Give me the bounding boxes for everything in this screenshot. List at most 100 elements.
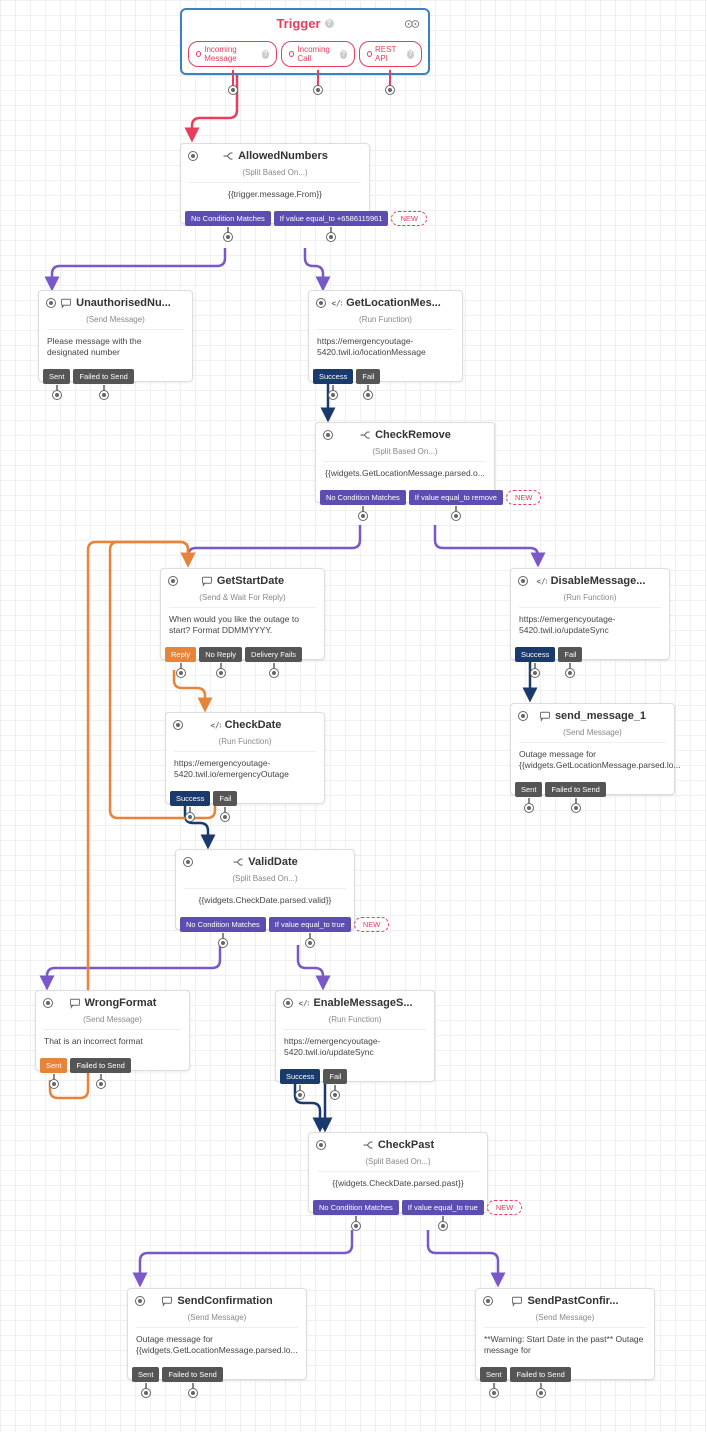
condition-no-match[interactable]: No Condition Matches (185, 211, 271, 226)
help-icon[interactable]: ? (262, 50, 269, 59)
input-port[interactable] (169, 577, 177, 585)
condition-sent[interactable]: Sent (480, 1367, 507, 1382)
node-subtitle: (Split Based On...) (176, 874, 354, 888)
node-subtitle: (Send Message) (476, 1313, 654, 1327)
input-port[interactable] (174, 721, 182, 729)
input-port[interactable] (317, 299, 325, 307)
pill-incoming-call[interactable]: Incoming Call? (281, 41, 355, 67)
condition-sent[interactable]: Sent (40, 1058, 67, 1073)
help-icon[interactable]: ? (325, 19, 334, 28)
node-title: CheckPast (378, 1139, 434, 1151)
condition-new[interactable]: NEW (487, 1200, 523, 1215)
message-icon (60, 297, 72, 309)
condition-new[interactable]: NEW (391, 211, 427, 226)
send-confirmation-node[interactable]: SendConfirmation (Send Message) Outage m… (127, 1288, 307, 1380)
split-icon (362, 1139, 374, 1151)
condition-new[interactable]: NEW (506, 490, 542, 505)
enable-message-node[interactable]: </> EnableMessageS... (Run Function) htt… (275, 990, 435, 1082)
condition-equal-to[interactable]: If value equal_to remove (409, 490, 503, 505)
send-past-confir-node[interactable]: SendPastConfir... (Send Message) **Warni… (475, 1288, 655, 1380)
condition-failed[interactable]: Failed to Send (73, 369, 133, 384)
condition-fail[interactable]: Fail (323, 1069, 347, 1084)
condition-fail[interactable]: Fail (558, 647, 582, 662)
message-icon (511, 1295, 523, 1307)
node-subtitle: (Run Function) (166, 737, 324, 751)
input-port[interactable] (136, 1297, 144, 1305)
conditions-row: No Condition Matches If value equal_to r… (316, 490, 494, 505)
condition-sent[interactable]: Sent (43, 369, 70, 384)
pill-incoming-message[interactable]: Incoming Message? (188, 41, 277, 67)
message-icon (201, 575, 213, 587)
node-subtitle: (Split Based On...) (181, 168, 369, 182)
input-port[interactable] (317, 1141, 325, 1149)
input-port[interactable] (284, 999, 292, 1007)
svg-text:</>: </> (536, 577, 547, 586)
help-icon[interactable]: ? (407, 50, 414, 59)
node-body: https://emergencyoutage-5420.twil.io/eme… (166, 752, 324, 786)
node-header: </> CheckDate (166, 713, 324, 737)
node-header: AllowedNumbers (181, 144, 369, 168)
get-location-node[interactable]: </> GetLocationMes... (Run Function) htt… (308, 290, 463, 382)
condition-failed[interactable]: Failed to Send (162, 1367, 222, 1382)
condition-success[interactable]: Success (280, 1069, 320, 1084)
condition-success[interactable]: Success (515, 647, 555, 662)
input-port[interactable] (519, 712, 527, 720)
condition-failed[interactable]: Failed to Send (545, 782, 605, 797)
input-port[interactable] (184, 858, 192, 866)
input-port[interactable] (47, 299, 55, 307)
svg-text:</>: </> (299, 999, 310, 1008)
trigger-node[interactable]: Trigger ? Incoming Message? Incoming Cal… (180, 8, 430, 75)
condition-equal-to[interactable]: If value equal_to +6586115961 (274, 211, 389, 226)
pill-rest-api[interactable]: REST API? (359, 41, 422, 67)
message-icon (539, 710, 551, 722)
condition-fail[interactable]: Fail (356, 369, 380, 384)
input-port[interactable] (189, 152, 197, 160)
node-subtitle: (Send Message) (128, 1313, 306, 1327)
node-header: CheckRemove (316, 423, 494, 447)
get-start-date-node[interactable]: GetStartDate (Send & Wait For Reply) Whe… (160, 568, 325, 660)
help-icon[interactable]: ? (340, 50, 347, 59)
node-title: CheckDate (225, 719, 282, 731)
condition-sent[interactable]: Sent (132, 1367, 159, 1382)
condition-delivery-fails[interactable]: Delivery Fails (245, 647, 302, 662)
input-port[interactable] (484, 1297, 492, 1305)
node-body: **Warning: Start Date in the past** Outa… (476, 1328, 654, 1362)
pill-label: REST API (375, 45, 404, 63)
input-port[interactable] (519, 577, 527, 585)
pill-label: Incoming Message (204, 45, 259, 63)
allowed-numbers-node[interactable]: AllowedNumbers (Split Based On...) {{tri… (180, 143, 370, 224)
input-port[interactable] (324, 431, 332, 439)
node-subtitle: (Send Message) (39, 315, 192, 329)
condition-no-match[interactable]: No Condition Matches (313, 1200, 399, 1215)
wrong-format-node[interactable]: WrongFormat (Send Message) That is an in… (35, 990, 190, 1071)
node-subtitle: (Split Based On...) (316, 447, 494, 461)
send-message-1-node[interactable]: send_message_1 (Send Message) Outage mes… (510, 703, 675, 795)
valid-date-node[interactable]: ValidDate (Split Based On...) {{widgets.… (175, 849, 355, 930)
condition-equal-to[interactable]: If value equal_to true (269, 917, 351, 932)
condition-no-reply[interactable]: No Reply (199, 647, 242, 662)
function-icon: </> (535, 575, 547, 587)
node-header: UnauthorisedNu... (39, 291, 192, 315)
condition-success[interactable]: Success (313, 369, 353, 384)
disable-message-node[interactable]: </> DisableMessage... (Run Function) htt… (510, 568, 670, 660)
check-remove-node[interactable]: CheckRemove (Split Based On...) {{widget… (315, 422, 495, 503)
condition-fail[interactable]: Fail (213, 791, 237, 806)
node-header: WrongFormat (36, 991, 189, 1015)
unauthorised-node[interactable]: UnauthorisedNu... (Send Message) Please … (38, 290, 193, 382)
gear-icon[interactable] (404, 18, 420, 30)
condition-success[interactable]: Success (170, 791, 210, 806)
check-date-node[interactable]: </> CheckDate (Run Function) https://eme… (165, 712, 325, 804)
condition-no-match[interactable]: No Condition Matches (320, 490, 406, 505)
conditions-row: No Condition Matches If value equal_to +… (181, 211, 369, 226)
condition-new[interactable]: NEW (354, 917, 390, 932)
input-port[interactable] (44, 999, 52, 1007)
condition-equal-to[interactable]: If value equal_to true (402, 1200, 484, 1215)
condition-sent[interactable]: Sent (515, 782, 542, 797)
check-past-node[interactable]: CheckPast (Split Based On...) {{widgets.… (308, 1132, 488, 1213)
condition-failed[interactable]: Failed to Send (70, 1058, 130, 1073)
condition-no-match[interactable]: No Condition Matches (180, 917, 266, 932)
condition-failed[interactable]: Failed to Send (510, 1367, 570, 1382)
node-subtitle: (Send Message) (36, 1015, 189, 1029)
conditions-row: Sent Failed to Send (511, 782, 674, 797)
condition-reply[interactable]: Reply (165, 647, 196, 662)
